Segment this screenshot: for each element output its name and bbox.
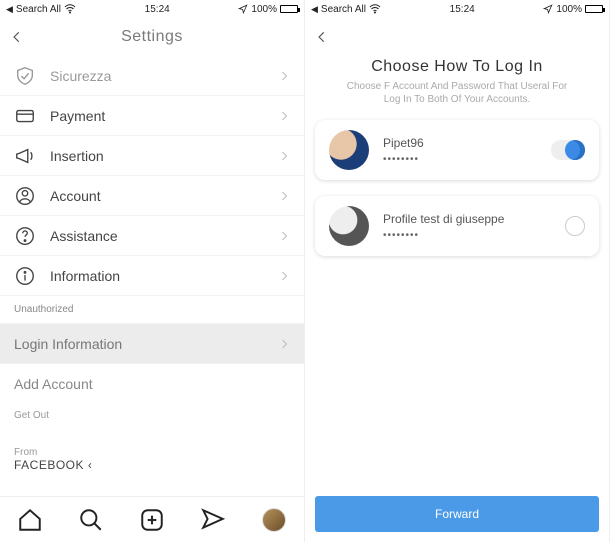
account-card[interactable]: Profile test di giuseppe ••••••••	[315, 196, 599, 256]
tab-home[interactable]	[17, 507, 43, 533]
chevron-right-icon	[278, 338, 290, 350]
row-label: Add Account	[14, 376, 290, 392]
unauthorized-label: Unauthorized	[0, 296, 304, 324]
wifi-icon	[369, 3, 381, 15]
settings-screen: ◀ Search All 15:24 100% Settings Sicurez…	[0, 0, 305, 542]
chevron-right-icon	[278, 230, 290, 242]
choose-title: Choose How To Log In	[315, 58, 599, 76]
card-icon	[14, 105, 36, 127]
status-bar: ◀ Search All 15:24 100%	[0, 0, 304, 18]
spacer	[305, 282, 609, 486]
row-label: Information	[50, 268, 278, 284]
tab-profile[interactable]	[261, 507, 287, 533]
row-label: Sicurezza	[50, 68, 278, 84]
location-icon	[238, 4, 248, 14]
person-icon	[14, 185, 36, 207]
info-icon	[14, 265, 36, 287]
back-button[interactable]	[315, 30, 329, 44]
settings-list: Sicurezza Payment Insertion Account	[0, 56, 304, 496]
settings-row-sicurezza[interactable]: Sicurezza	[0, 56, 304, 96]
forward-button[interactable]: Forward	[315, 496, 599, 532]
row-label: Login Information	[14, 336, 278, 352]
tab-direct[interactable]	[200, 507, 226, 533]
get-out-link[interactable]: Get Out	[0, 404, 304, 427]
login-choose-screen: ◀ Search All 15:24 100% Choose How To Lo…	[305, 0, 610, 542]
account-card[interactable]: Pipet96 ••••••••	[315, 120, 599, 180]
back-triangle-icon: ◀	[311, 4, 318, 15]
chevron-right-icon	[278, 150, 290, 162]
tab-search[interactable]	[78, 507, 104, 533]
nav-bar: Settings	[0, 18, 304, 56]
account-name: Profile test di giuseppe	[383, 212, 565, 226]
forward-label: Forward	[435, 507, 479, 521]
account-avatar	[329, 130, 369, 170]
tab-bar	[0, 496, 304, 542]
battery-label: 100%	[556, 4, 582, 15]
carrier-label: Search All	[321, 4, 366, 15]
settings-row-payment[interactable]: Payment	[0, 96, 304, 136]
battery-icon	[585, 5, 603, 13]
facebook-label: FACEBOOK ‹	[14, 458, 290, 472]
from-block: From FACEBOOK ‹	[0, 441, 304, 488]
account-list: Pipet96 •••••••• Profile test di giusepp…	[305, 110, 609, 282]
tab-add[interactable]	[139, 507, 165, 533]
settings-row-insertion[interactable]: Insertion	[0, 136, 304, 176]
settings-row-account[interactable]: Account	[0, 176, 304, 216]
chevron-right-icon	[278, 110, 290, 122]
account-avatar	[329, 206, 369, 246]
wifi-icon	[64, 3, 76, 15]
location-icon	[543, 4, 553, 14]
row-label: Assistance	[50, 228, 278, 244]
back-triangle-icon: ◀	[6, 4, 13, 15]
clock-label: 15:24	[450, 4, 475, 15]
chevron-right-icon	[278, 270, 290, 282]
chevron-right-icon	[278, 70, 290, 82]
choose-header: Choose How To Log In Choose F Account An…	[305, 56, 609, 110]
nav-bar	[305, 18, 609, 56]
row-label: Account	[50, 188, 278, 204]
shield-icon	[14, 65, 36, 87]
account-toggle[interactable]	[551, 140, 585, 160]
settings-row-information[interactable]: Information	[0, 256, 304, 296]
battery-icon	[280, 5, 298, 13]
account-info: Profile test di giuseppe ••••••••	[383, 212, 565, 241]
account-password-mask: ••••••••	[383, 230, 565, 241]
page-title: Settings	[121, 28, 183, 46]
status-bar: ◀ Search All 15:24 100%	[305, 0, 609, 18]
choose-subtitle: Choose F Account And Password That Usera…	[315, 80, 599, 106]
from-label: From	[14, 447, 290, 458]
chevron-right-icon	[278, 190, 290, 202]
toggle-knob	[565, 140, 585, 160]
carrier-label: Search All	[16, 4, 61, 15]
account-password-mask: ••••••••	[383, 154, 551, 165]
megaphone-icon	[14, 145, 36, 167]
battery-label: 100%	[251, 4, 277, 15]
clock-label: 15:24	[145, 4, 170, 15]
row-label: Payment	[50, 108, 278, 124]
help-icon	[14, 225, 36, 247]
back-button[interactable]	[10, 30, 24, 44]
settings-row-assistance[interactable]: Assistance	[0, 216, 304, 256]
login-information-row[interactable]: Login Information	[0, 324, 304, 364]
account-name: Pipet96	[383, 136, 551, 150]
account-info: Pipet96 ••••••••	[383, 136, 551, 165]
row-label: Insertion	[50, 148, 278, 164]
profile-avatar	[262, 508, 286, 532]
add-account-row[interactable]: Add Account	[0, 364, 304, 404]
account-radio[interactable]	[565, 216, 585, 236]
